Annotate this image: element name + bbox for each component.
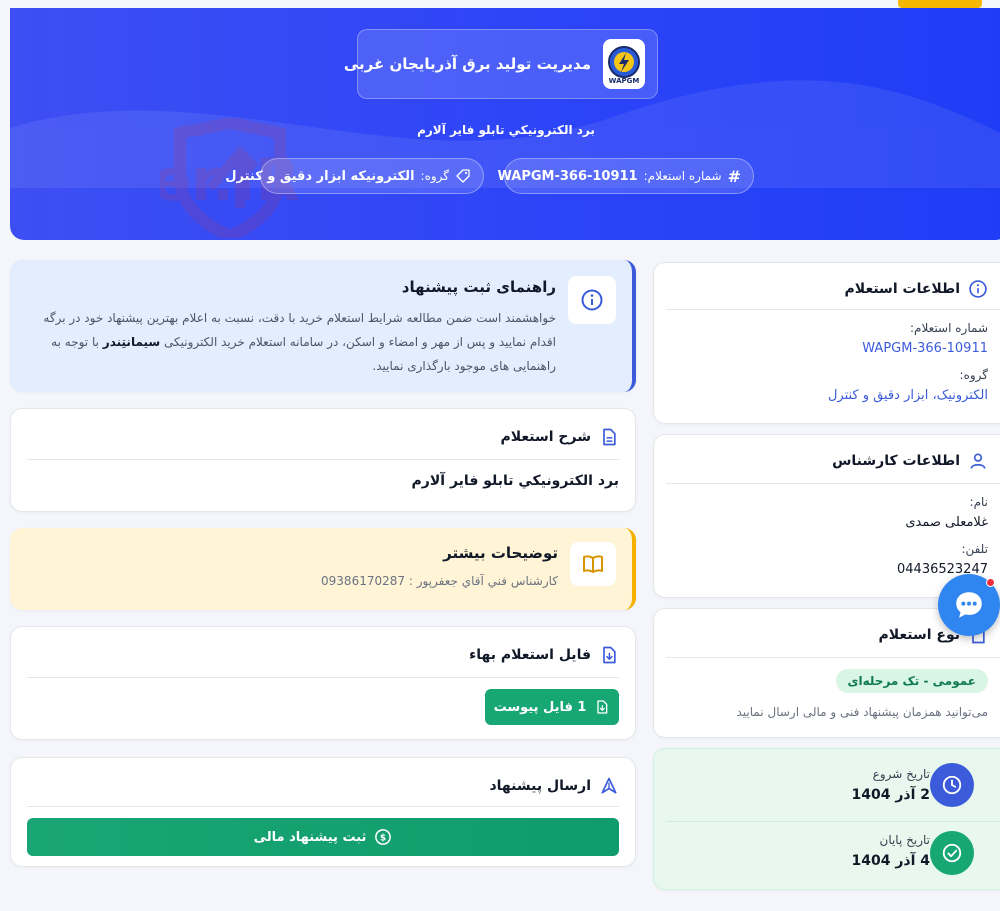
book-open-icon (583, 555, 603, 573)
inquiry-info-title-text: اطلاعات استعلام (844, 281, 960, 297)
start-date-block: تاریخ شروع 2 آذر 1404 (851, 767, 930, 803)
org-card: WAPGM مدیریت تولید برق آذربایجان غربی (344, 29, 658, 99)
expert-phone-label: تلفن: (961, 542, 988, 556)
submit-financial-offer-button[interactable]: $ ثبت پیشنهاد مالی (27, 818, 619, 856)
description-value: برد الکترونيکي تابلو فاير آلارم (411, 473, 619, 489)
info-icon (581, 289, 603, 311)
check-circle-icon (942, 843, 962, 863)
svg-text:$: $ (380, 833, 386, 843)
divider (666, 483, 1000, 484)
divider (27, 806, 619, 807)
file-title-text: فایل استعلام بهاء (469, 647, 591, 663)
divider (666, 657, 1000, 658)
more-info-icon-box (570, 542, 616, 586)
expert-info-title-text: اطلاعات کارشناس (832, 453, 960, 469)
description-card: شرح استعلام برد الکترونيکي تابلو فاير آل… (10, 408, 636, 512)
svg-text:WAPGM: WAPGM (609, 77, 640, 85)
divider (27, 459, 619, 460)
more-info-text: کارشناس فني آقاي جعفرپور : 09386170287 (321, 574, 558, 588)
info-icon (969, 280, 987, 298)
expert-info-title: اطلاعات کارشناس (666, 451, 988, 471)
expert-info-card: اطلاعات کارشناس نام: غلامعلی صمدی تلفن: … (653, 434, 1000, 598)
group-value: الکترونیکه ابزار دقیق و کنترل (225, 168, 415, 184)
group-pill: گروه: الکترونیکه ابزار دقیق و کنترل (225, 158, 484, 194)
clock-icon (942, 775, 962, 795)
tag-icon (456, 169, 470, 183)
user-icon (970, 453, 986, 469)
file-text-icon (603, 428, 616, 446)
org-logo: WAPGM (603, 39, 645, 89)
inquiry-number-field-label: شماره استعلام: (910, 321, 988, 335)
send-title-text: ارسال پیشنهاد (489, 778, 591, 794)
inquiry-info-title: اطلاعات استعلام (666, 279, 988, 299)
start-date-label: تاریخ شروع (872, 767, 930, 781)
inquiry-number-value: WAPGM-366-10911 (497, 168, 638, 184)
inquiry-number-label: شماره استعلام: (643, 169, 722, 183)
inquiry-type-note: می‌توانید همزمان پیشنهاد فنی و مالی ارسا… (736, 705, 988, 719)
guide-card: راهنمای ثبت پیشنهاد خواهشمند است ضمن مطا… (10, 260, 636, 392)
divider (27, 677, 619, 678)
send-title: ارسال پیشنهاد (489, 776, 619, 796)
top-accent-bar (898, 0, 982, 8)
inquiry-type-title: نوع استعلام (666, 625, 988, 645)
send-icon (601, 777, 617, 794)
start-date-icon-wrap (930, 763, 974, 807)
hero-header: AriaTender.IR WAPGM مدیریت تولید برق آذر… (10, 8, 1000, 240)
guide-title: راهنمای ثبت پیشنهاد (401, 278, 556, 296)
dates-card: تاریخ شروع 2 آذر 1404 تاریخ پایان 4 آذر … (653, 748, 1000, 890)
group-link[interactable]: الکترونیک، ابزار دقیق و کنترل (666, 388, 988, 403)
end-date-label: تاریخ پایان (879, 833, 931, 847)
file-download-icon (603, 646, 616, 664)
org-name: مدیریت تولید برق آذربایجان غربی (343, 55, 591, 73)
expert-name-label: نام: (969, 495, 988, 509)
guide-text: خواهشمند است ضمن مطالعه شرایط استعلام خر… (26, 306, 556, 378)
end-date-icon-wrap (930, 831, 974, 875)
hero-subtitle-text: برد الکترونيکي تابلو فاير آلارم (417, 123, 595, 137)
notification-dot (986, 578, 995, 587)
hero-subtitle: برد الکترونيکي تابلو فاير آلارم (10, 123, 1000, 137)
more-info-card: توضیحات بیشتر کارشناس فني آقاي جعفرپور :… (10, 528, 636, 610)
file-download-icon (597, 700, 608, 714)
file-title: فایل استعلام بهاء (469, 645, 619, 665)
group-field-label: گروه: (959, 368, 988, 382)
inquiry-info-card: اطلاعات استعلام شماره استعلام: WAPGM-366… (653, 262, 1000, 424)
start-date-value: 2 آذر 1404 (851, 787, 930, 803)
guide-icon-box (568, 276, 616, 324)
inquiry-type-badge: عمومی - تک مرحله‌ای (835, 669, 988, 693)
end-date-value: 4 آذر 1404 (851, 853, 930, 869)
guide-brand: سیمانتِندر (102, 335, 161, 349)
send-offer-card: ارسال پیشنهاد $ ثبت پیشنهاد مالی (10, 757, 636, 867)
attachment-button-label: 1 فایل پیوست (493, 699, 587, 715)
hash-icon: # (727, 166, 741, 186)
inquiry-number-link[interactable]: WAPGM-366-10911 (666, 341, 988, 356)
description-title-text: شرح استعلام (500, 429, 591, 445)
file-card: فایل استعلام بهاء 1 فایل پیوست (10, 626, 636, 740)
expert-name-value: غلامعلی صمدی (905, 515, 988, 530)
divider (666, 821, 1000, 822)
end-date-block: تاریخ پایان 4 آذر 1404 (851, 833, 930, 869)
inquiry-type-title-text: نوع استعلام (878, 627, 960, 643)
group-label: گروه: (420, 169, 449, 183)
divider (666, 309, 1000, 310)
dollar-circle-icon: $ (375, 829, 392, 845)
expert-phone-value[interactable]: 04436523247 (666, 562, 988, 577)
description-title: شرح استعلام (500, 427, 619, 447)
chat-bubble-icon (956, 592, 982, 618)
org-logo-icon: WAPGM (608, 46, 640, 85)
attachment-download-button[interactable]: 1 فایل پیوست (485, 689, 619, 725)
submit-financial-offer-label: ثبت پیشنهاد مالی (253, 829, 367, 845)
more-info-title: توضیحات بیشتر (443, 544, 558, 562)
inquiry-number-pill: # شماره استعلام: WAPGM-366-10911 (498, 158, 754, 194)
